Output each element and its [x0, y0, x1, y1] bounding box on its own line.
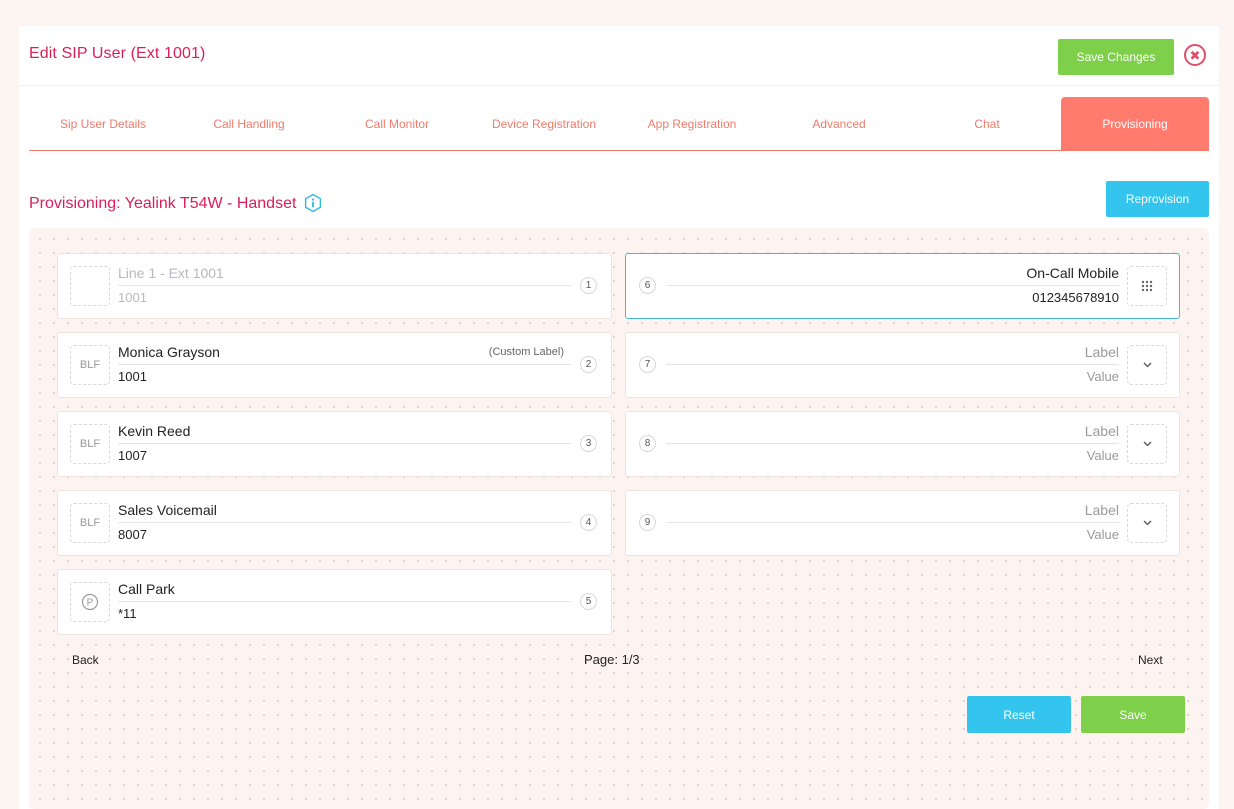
next-link[interactable]: Next — [1138, 653, 1163, 667]
key-number: 9 — [639, 514, 656, 531]
key-type-park[interactable]: P — [70, 582, 110, 622]
line-key-8[interactable]: 8 Label Value — [625, 411, 1180, 477]
line-key-7[interactable]: 7 Label Value — [625, 332, 1180, 398]
tab-advanced[interactable]: Advanced — [765, 97, 913, 150]
key-divider — [666, 522, 1119, 523]
key-type-blf[interactable]: BLF — [70, 503, 110, 543]
keypad-icon — [1141, 280, 1153, 292]
info-icon[interactable] — [303, 193, 323, 213]
key-value: 1001 — [118, 290, 147, 305]
line-key-3[interactable]: BLF Kevin Reed 1007 3 — [57, 411, 612, 477]
line-key-6[interactable]: 6 On-Call Mobile 012345678910 — [625, 253, 1180, 319]
key-value[interactable]: 8007 — [118, 527, 147, 542]
chevron-down-icon — [1143, 520, 1151, 526]
reset-button[interactable]: Reset — [967, 696, 1071, 733]
line-key-4[interactable]: BLF Sales Voicemail 8007 4 — [57, 490, 612, 556]
key-label-placeholder[interactable]: Label — [1085, 423, 1119, 439]
key-divider — [118, 364, 571, 365]
page-indicator: Page: 1/3 — [584, 652, 640, 667]
tab-app-registration[interactable]: App Registration — [618, 97, 766, 150]
key-type-placeholder[interactable] — [70, 266, 110, 306]
key-layout-area: Line 1 - Ext 1001 1001 1 BLF Monica Gray… — [29, 228, 1209, 809]
tab-chat[interactable]: Chat — [913, 97, 1061, 150]
key-label-placeholder[interactable]: Label — [1085, 344, 1119, 360]
key-divider — [118, 522, 571, 523]
key-label[interactable]: On-Call Mobile — [1026, 265, 1119, 281]
key-value-placeholder[interactable]: Value — [1087, 527, 1119, 542]
key-number: 4 — [580, 514, 597, 531]
key-divider — [666, 443, 1119, 444]
key-label[interactable]: Sales Voicemail — [118, 502, 217, 518]
line-key-5[interactable]: P Call Park *11 5 — [57, 569, 612, 635]
line-key-2[interactable]: BLF Monica Grayson (Custom Label) 1001 2 — [57, 332, 612, 398]
key-value[interactable]: *11 — [118, 606, 137, 621]
header-divider — [19, 85, 1219, 86]
key-divider — [118, 601, 571, 602]
key-label[interactable]: Kevin Reed — [118, 423, 190, 439]
back-link[interactable]: Back — [72, 653, 99, 667]
tab-call-monitor[interactable]: Call Monitor — [323, 97, 471, 150]
provisioning-title: Provisioning: Yealink T54W - Handset — [29, 195, 297, 212]
save-changes-button[interactable]: Save Changes — [1058, 39, 1174, 75]
key-label-placeholder[interactable]: Label — [1085, 502, 1119, 518]
key-number: 3 — [580, 435, 597, 452]
line-key-9[interactable]: 9 Label Value — [625, 490, 1180, 556]
chevron-down-icon — [1143, 441, 1151, 447]
tab-provisioning[interactable]: Provisioning — [1061, 97, 1209, 150]
park-icon: P — [81, 593, 99, 611]
key-type-dropdown[interactable] — [1127, 503, 1167, 543]
svg-text:P: P — [87, 598, 94, 609]
line-key-1[interactable]: Line 1 - Ext 1001 1001 1 — [57, 253, 612, 319]
save-button[interactable]: Save — [1081, 696, 1185, 733]
key-value-placeholder[interactable]: Value — [1087, 448, 1119, 463]
key-value[interactable]: 1007 — [118, 448, 147, 463]
key-type-selector[interactable] — [1127, 266, 1167, 306]
key-number: 6 — [639, 277, 656, 294]
tab-sip-user-details[interactable]: Sip User Details — [29, 97, 177, 150]
key-type-blf[interactable]: BLF — [70, 345, 110, 385]
tab-call-handling[interactable]: Call Handling — [175, 97, 323, 150]
key-divider — [666, 364, 1119, 365]
chevron-down-icon — [1143, 362, 1151, 368]
close-icon[interactable]: ✖ — [1184, 44, 1206, 66]
key-divider — [666, 285, 1119, 286]
tab-device-registration[interactable]: Device Registration — [470, 97, 618, 150]
key-value-placeholder[interactable]: Value — [1087, 369, 1119, 384]
key-type-blf[interactable]: BLF — [70, 424, 110, 464]
custom-label-tag: (Custom Label) — [488, 346, 564, 358]
key-number: 7 — [639, 356, 656, 373]
key-type-dropdown[interactable] — [1127, 424, 1167, 464]
key-number: 2 — [580, 356, 597, 373]
key-type-dropdown[interactable] — [1127, 345, 1167, 385]
key-divider — [118, 443, 571, 444]
key-label: Line 1 - Ext 1001 — [118, 265, 224, 281]
key-label[interactable]: Monica Grayson — [118, 344, 220, 360]
page-title: Edit SIP User (Ext 1001) — [29, 45, 206, 62]
key-label[interactable]: Call Park — [118, 581, 175, 597]
edit-sip-user-panel: Edit SIP User (Ext 1001) Save Changes ✖ … — [19, 26, 1219, 809]
key-number: 1 — [580, 277, 597, 294]
key-value[interactable]: 1001 — [118, 369, 147, 384]
tab-bar: Sip User Details Call Handling Call Moni… — [29, 97, 1209, 151]
key-number: 8 — [639, 435, 656, 452]
key-value[interactable]: 012345678910 — [1032, 290, 1119, 305]
key-divider — [118, 285, 571, 286]
reprovision-button[interactable]: Reprovision — [1106, 181, 1209, 217]
key-number: 5 — [580, 593, 597, 610]
